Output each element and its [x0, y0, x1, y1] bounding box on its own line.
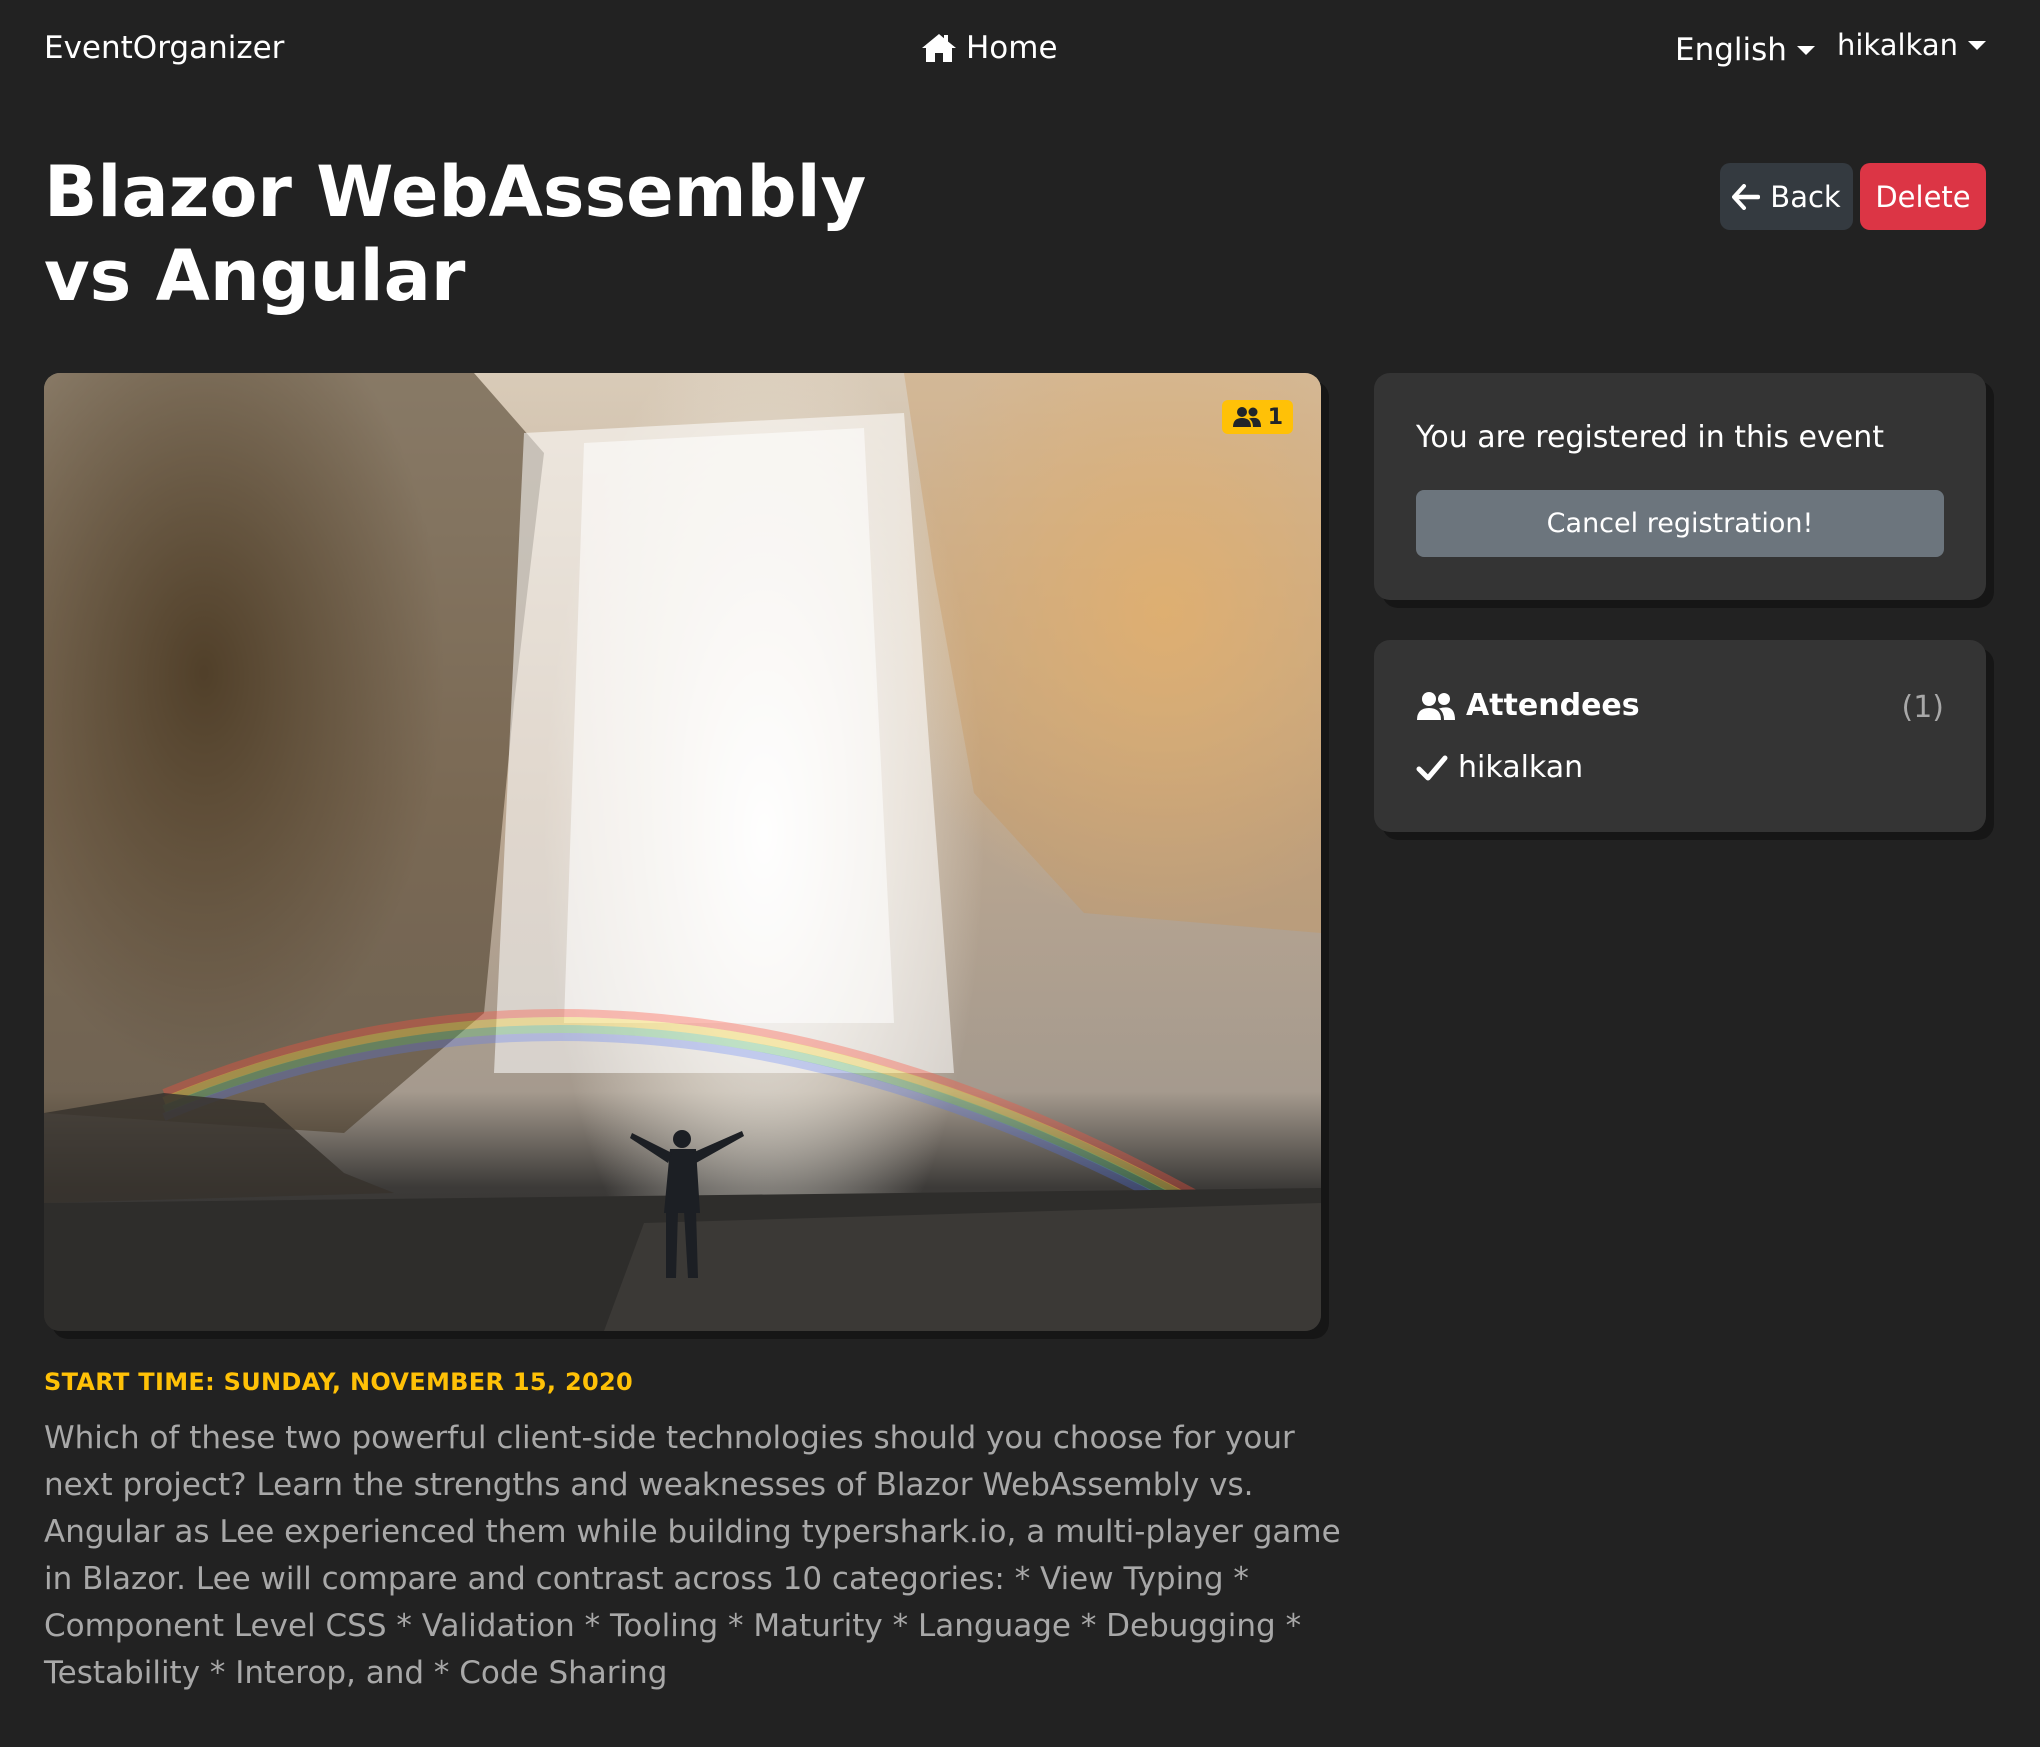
cancel-registration-button[interactable]: Cancel registration!: [1416, 490, 1944, 557]
delete-label: Delete: [1875, 179, 1971, 214]
check-icon: [1416, 755, 1448, 780]
event-description: Which of these two powerful client-side …: [44, 1420, 1341, 1691]
back-label: Back: [1770, 179, 1841, 214]
nav-home-label: Home: [966, 30, 1058, 66]
attendee-count-badge: 1: [1221, 400, 1293, 434]
nav-home-link[interactable]: Home: [920, 30, 1058, 66]
users-icon: [1417, 691, 1455, 720]
attendees-heading-label: Attendees: [1466, 688, 1640, 723]
attendees-count: (1): [1901, 690, 1945, 725]
attendee-name: hikalkan: [1458, 750, 1584, 785]
badge-count: 1: [1267, 404, 1283, 430]
delete-button[interactable]: Delete: [1860, 163, 1986, 230]
home-icon: [922, 34, 956, 62]
waterfall-scene: [44, 373, 1321, 1331]
attendees-card: Attendees (1) hikalkan: [1374, 640, 1986, 832]
registration-status: You are registered in this event: [1416, 420, 1884, 455]
event-image: 1: [44, 373, 1321, 1331]
back-button[interactable]: Back: [1720, 163, 1853, 230]
chevron-down-icon: [1796, 45, 1815, 55]
page-title: Blazor WebAssembly vs Angular: [44, 151, 867, 317]
attendees-heading: Attendees: [1416, 688, 1640, 723]
navbar: EventOrganizer Home English hikalkan: [0, 0, 2040, 105]
users-icon: [1232, 407, 1261, 427]
user-dropdown[interactable]: hikalkan: [1837, 28, 1986, 62]
user-name: hikalkan: [1837, 28, 1958, 62]
brand-link[interactable]: EventOrganizer: [44, 30, 284, 66]
arrow-left-icon: [1732, 183, 1761, 210]
attendee-item: hikalkan: [1416, 750, 1583, 785]
language-dropdown[interactable]: English: [1675, 32, 1815, 68]
registration-card: You are registered in this event Cancel …: [1374, 373, 1986, 600]
language-label: English: [1675, 32, 1787, 68]
start-time: START TIME: SUNDAY, NOVEMBER 15, 2020: [44, 1368, 633, 1396]
chevron-down-icon: [1967, 40, 1986, 50]
